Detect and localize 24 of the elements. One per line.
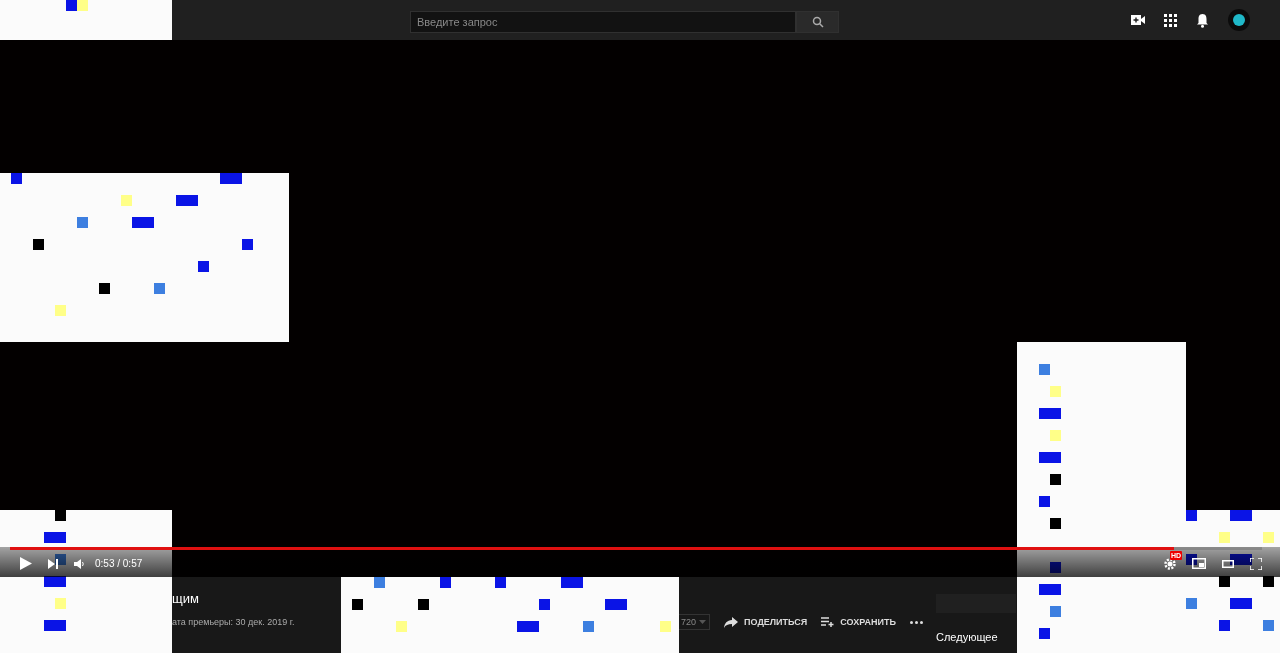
save-button[interactable]: СОХРАНИТЬ [821,617,896,627]
search-button[interactable] [796,11,839,33]
more-button[interactable] [909,620,923,624]
next-icon[interactable] [48,558,58,569]
video-title: щим [172,591,200,606]
up-next-heading: Следующее [936,631,999,643]
add-to-playlist-icon [821,617,835,627]
fullscreen-icon[interactable] [1250,557,1262,570]
miniplayer-icon[interactable] [1192,558,1206,569]
bell-icon[interactable] [1196,12,1209,28]
video-camera-icon[interactable] [1131,15,1145,25]
search-field[interactable]: Введите запрос [410,11,796,33]
play-icon[interactable] [20,557,32,570]
premiere-date: ата премьеры: 30 дек. 2019 г. [172,617,296,627]
share-button[interactable]: ПОДЕЛИТЬСЯ [724,616,808,628]
share-arrow-icon [724,616,739,628]
apps-grid-icon[interactable] [1164,13,1177,27]
volume-icon[interactable] [74,558,85,569]
search-icon [811,16,824,28]
time-display: 0:53 / 0:57 [95,558,143,569]
more-dots-icon [909,620,923,624]
theater-mode-icon[interactable] [1222,559,1234,568]
avatar[interactable] [1228,9,1250,31]
caret-icon [699,620,707,624]
